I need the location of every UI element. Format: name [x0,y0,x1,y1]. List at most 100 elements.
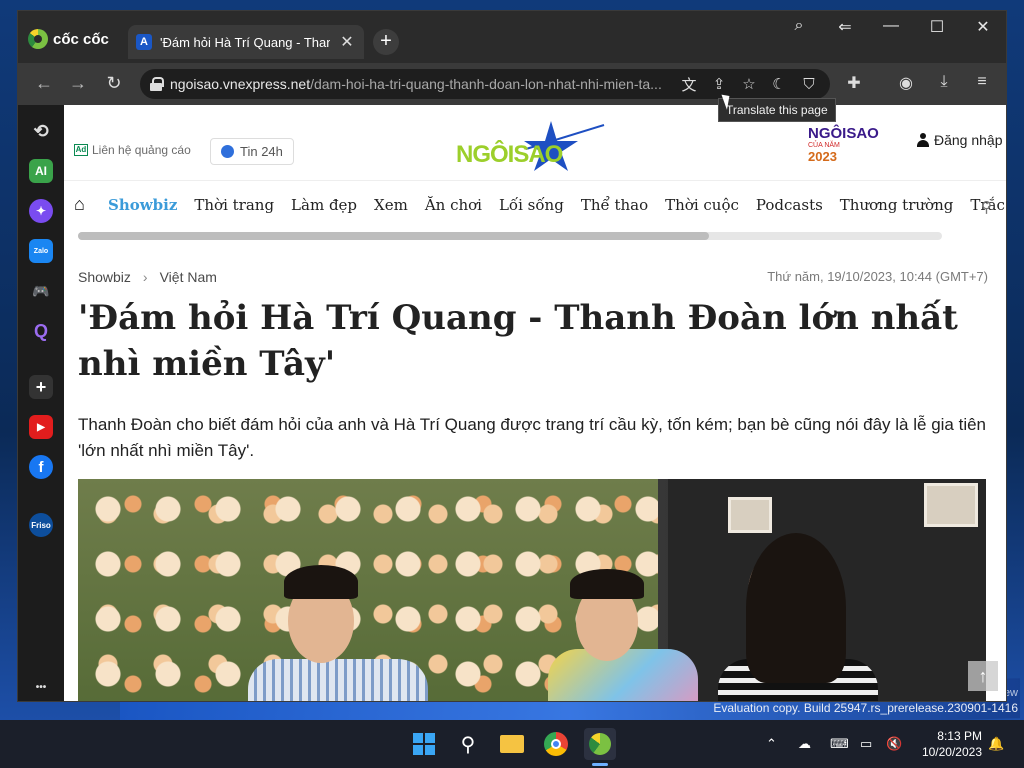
award-logo-text: NGÔISAO [808,125,879,142]
category-6[interactable]: Thể thao [581,196,648,214]
messenger-icon[interactable]: ✦ [29,199,53,223]
person-middle-hair [570,569,644,599]
scroll-to-top-button[interactable]: ↑ [968,661,998,691]
chevron-right-icon: › [142,269,148,285]
login-label: Đăng nhập [934,132,1003,148]
more-icon[interactable]: ••• [29,675,53,699]
person-middle [548,649,698,701]
breadcrumb-item-showbiz[interactable]: Showbiz [78,269,131,285]
close-window-button[interactable]: ✕ [968,17,998,37]
category-4[interactable]: Ăn chơi [425,196,482,214]
tab-title: 'Đám hỏi Hà Trí Quang - Thanh Đ [160,34,330,50]
add-sidebar-icon[interactable]: + [29,375,53,399]
clock-icon [221,145,234,158]
category-list: Showbiz Thời trang Làm đẹp Xem Ăn chơi Lối số… [108,196,1006,214]
onedrive-icon[interactable]: ☁ [798,736,811,752]
history-icon[interactable]: ⟲ [29,119,53,143]
zalo-icon[interactable]: Zalo [29,239,53,263]
title-bar: cốc cốc A 'Đám hỏi Hà Trí Quang - Thanh … [18,11,1006,63]
ad-contact-label: Liên hệ quảng cáo [92,143,191,157]
q-icon[interactable]: Q [29,319,53,343]
breadcrumb: Showbiz › Việt Nam [78,269,217,285]
active-app-indicator [592,763,608,766]
search-icon[interactable]: ⚲ [452,728,484,760]
youtube-icon[interactable]: ▶ [29,415,53,439]
award-logo[interactable]: NGÔISAO CỦA NĂM 2023 [808,125,894,165]
nav-scrollbar[interactable] [78,232,942,240]
category-5[interactable]: Lối sống [499,196,564,214]
close-tab-icon[interactable]: ✕ [338,32,356,52]
category-2[interactable]: Làm đẹp [291,196,357,214]
brand-label: cốc cốc [53,30,109,48]
article-photo[interactable] [78,479,986,701]
file-explorer-icon[interactable] [496,728,528,760]
category-3[interactable]: Xem [374,196,408,214]
tab-active[interactable]: A 'Đám hỏi Hà Trí Quang - Thanh Đ ✕ [128,25,364,59]
site-header: Ad Liên hệ quảng cáo Tin 24h NGÔISAO NGÔ… [64,105,1006,181]
facebook-icon[interactable]: f [29,455,53,479]
tin24h-button[interactable]: Tin 24h [210,138,294,165]
back-button[interactable]: ← [32,73,56,94]
category-1[interactable]: Thời trang [194,196,274,214]
category-9[interactable]: Thương trường [840,196,954,214]
new-tab-button[interactable]: + [373,29,399,55]
person-left-hair [284,565,358,599]
reload-button[interactable]: ↻ [102,73,126,94]
search-icon[interactable]: ⚲ [981,198,992,216]
tin24h-label: Tin 24h [240,144,283,159]
friso-icon[interactable]: Friso [29,513,53,537]
display-icon[interactable]: ▭ [860,736,872,752]
volume-muted-icon[interactable]: 🔇 [886,736,902,752]
clock-time: 8:13 PM [937,729,982,743]
article-lead: Thanh Đoàn cho biết đám hỏi của anh và H… [78,415,987,460]
translate-icon[interactable]: 文 [678,74,700,95]
category-0[interactable]: Showbiz [108,196,177,214]
user-icon [916,133,930,147]
coccoc-taskbar-icon[interactable] [584,728,616,760]
url-text[interactable]: ngoisao.vnexpress.net/dam-hoi-ha-tri-qua… [170,76,670,92]
translate-tooltip: Translate this page [718,98,836,122]
evaluation-watermark: Evaluation copy. Build 25947.rs_prerelea… [713,701,1018,715]
lock-icon[interactable] [150,77,164,91]
shield-icon[interactable]: ⛉ [798,76,820,93]
award-logo-sub: CỦA NĂM [808,142,840,149]
article-date: Thứ năm, 19/10/2023, 10:44 (GMT+7) [767,269,988,284]
web-page: Ad Liên hệ quảng cáo Tin 24h NGÔISAO NGÔ… [64,105,1006,701]
maximize-button[interactable]: ☐ [922,17,952,37]
chevron-up-icon[interactable]: ⌃ [766,736,777,752]
dark-mode-icon[interactable]: ☾ [768,75,790,93]
coccoc-logo-icon [28,29,48,49]
category-7[interactable]: Thời cuộc [665,196,739,214]
start-button[interactable] [408,728,440,760]
share-icon[interactable]: ⇪ [708,75,730,93]
extensions-icon[interactable]: ✚ [842,73,866,93]
taskbar-clock[interactable]: 8:13 PM 10/20/2023 [912,728,982,760]
ad-contact-link[interactable]: Ad Liên hệ quảng cáo [74,143,191,157]
forward-button[interactable]: → [66,73,90,94]
search-tabs-icon[interactable]: ⌕ [784,17,814,35]
login-link[interactable]: Đăng nhập [916,132,1003,148]
ai-icon[interactable]: AI [29,159,53,183]
folder-icon [500,735,524,753]
browser-brand[interactable]: cốc cốc [28,29,109,49]
profile-icon[interactable]: ◉ [894,73,918,93]
bookmark-star-icon[interactable]: ☆ [738,75,760,93]
back-window-icon[interactable]: ⇐ [830,17,860,37]
notification-bell-icon[interactable]: 🔔 [988,736,1004,752]
home-icon[interactable]: ⌂ [74,194,85,215]
game-icon[interactable]: 🎮 [29,279,53,303]
category-8[interactable]: Podcasts [756,196,823,214]
photo-frame [924,483,978,527]
keyboard-icon[interactable]: ⌨ [830,736,849,752]
minimize-button[interactable]: — [876,17,906,35]
toolbar: ← → ↻ ngoisao.vnexpress.net/dam-hoi-ha-t… [18,63,1006,105]
nav-scrollbar-thumb[interactable] [78,232,709,240]
chrome-icon[interactable] [540,728,572,760]
award-logo-year: 2023 [808,149,837,164]
download-icon[interactable]: ⤓ [932,73,956,91]
site-logo[interactable]: NGÔISAO [456,119,606,175]
breadcrumb-item-vietnam[interactable]: Việt Nam [160,269,217,285]
menu-icon[interactable]: ≡ [970,73,994,91]
sidebar: ⟲ AI ✦ Zalo 🎮 Q + ▶ f Friso ••• [18,105,64,701]
person-right-hair [746,533,846,683]
